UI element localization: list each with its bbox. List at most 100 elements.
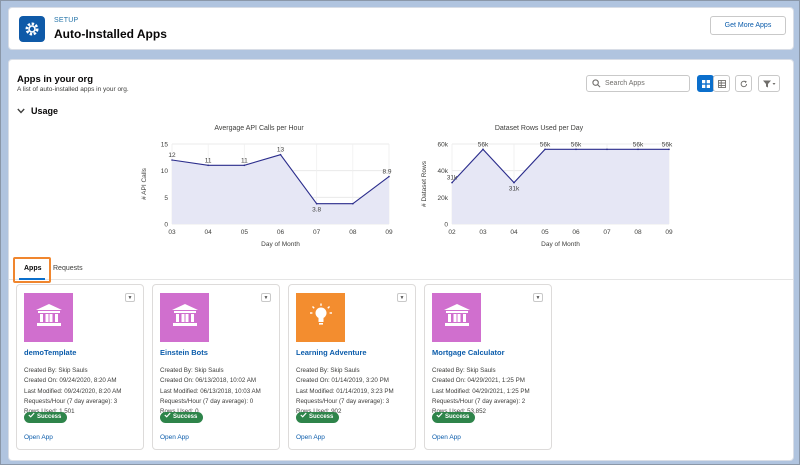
app-card: ▼ Learning Adventure Created By: Skip Saul…	[288, 284, 416, 450]
tile-view-button[interactable]	[697, 75, 714, 92]
app-created-by: Created By: Skip Sauls	[296, 367, 360, 374]
x-tick-label: 04	[205, 229, 213, 236]
app-card: ▼ Einstein Bots Created By: Skip Sauls Crea…	[152, 284, 280, 450]
chevron-down-icon: ▼	[263, 295, 269, 301]
status-text: Success	[309, 414, 334, 420]
app-created-on: Created On: 04/29/2021, 1:25 PM	[432, 377, 525, 385]
page-title: Auto-Installed Apps	[54, 27, 167, 41]
data-point	[544, 148, 546, 151]
data-label: 11	[241, 157, 248, 164]
data-point	[243, 164, 246, 167]
search-placeholder: Search Apps	[605, 80, 645, 87]
dataset-rows-chart: 020k40k60k31k56k31k56k 56k 56k 56k02 03 04 05 0…	[421, 141, 673, 248]
x-tick-label: 07	[603, 229, 611, 236]
card-menu-button[interactable]: ▼	[397, 293, 407, 302]
card-menu-button[interactable]: ▼	[125, 293, 135, 302]
filter-button[interactable]	[758, 75, 780, 92]
page-eyebrow: SETUP	[54, 17, 79, 24]
check-icon	[300, 412, 307, 423]
y-tick-label: 60k	[438, 142, 449, 149]
app-meta: Created By: Skip Sauls Created On: 04/29/…	[432, 366, 530, 417]
data-point	[352, 202, 354, 205]
apps-tab-highlight	[13, 257, 51, 283]
app-requests: Requests/Hour (7 day average): 2	[432, 397, 526, 405]
y-tick-label: 0	[444, 222, 448, 229]
app-created-by: Created By: Skip Sauls	[24, 367, 88, 374]
y-tick-label: 10	[161, 168, 169, 175]
app-card: ▼ Mortgage Calculator Created By: Skip Sau…	[424, 284, 552, 450]
data-label: 8.9	[382, 169, 391, 176]
status-text: Success	[37, 414, 62, 420]
search-input[interactable]: Search Apps	[586, 75, 690, 92]
app-name[interactable]: Mortgage Calculator	[432, 348, 505, 357]
chevron-down-icon: ▼	[127, 295, 133, 301]
usage-toggle[interactable]: Usage	[17, 106, 58, 116]
app-created-on: Created On: 06/13/2018, 10:02 AM	[160, 377, 256, 385]
series-area	[452, 149, 669, 224]
app-name[interactable]: demoTemplate	[24, 348, 76, 357]
tab-requests[interactable]: Requests	[53, 265, 83, 272]
data-point	[388, 175, 390, 178]
bank-icon	[35, 304, 62, 331]
search-icon	[592, 79, 601, 94]
y-axis-label: # API Calls	[141, 167, 148, 200]
chevron-down-icon: ▼	[399, 295, 405, 301]
app-tile[interactable]	[160, 293, 209, 342]
data-label: 31k	[509, 186, 520, 193]
refresh-button[interactable]	[735, 75, 752, 92]
app-meta: Created By: Skip Sauls Created On: 09/24/…	[24, 366, 121, 417]
data-point	[606, 148, 608, 151]
app-card: ▼ demoTemplate Created By: Skip Sauls Creat…	[16, 284, 144, 450]
data-point	[637, 148, 639, 151]
x-tick-label: 05	[241, 229, 249, 236]
page-header: SETUP Auto-Installed Apps Get More Apps	[8, 7, 794, 50]
card-menu-button[interactable]: ▼	[261, 293, 271, 302]
get-more-apps-button[interactable]: Get More Apps	[710, 16, 786, 35]
data-label: 13	[277, 147, 285, 154]
app-created-on: Created On: 01/14/2019, 3:20 PM	[296, 377, 389, 385]
filter-icon	[762, 75, 776, 93]
bank-icon	[171, 304, 198, 331]
app-name[interactable]: Learning Adventure	[296, 348, 367, 357]
data-label: 3.8	[312, 207, 321, 214]
open-app-link[interactable]: Open App	[160, 434, 189, 441]
app-tile[interactable]	[432, 293, 481, 342]
table-icon	[717, 75, 726, 93]
y-tick-label: 15	[161, 142, 169, 149]
app-tile[interactable]	[296, 293, 345, 342]
data-label: 12	[168, 152, 176, 159]
app-last-modified: Last Modified: 09/24/2020, 8:20 AM	[24, 387, 122, 395]
data-point	[575, 148, 577, 151]
app-name[interactable]: Einstein Bots	[160, 348, 208, 357]
y-axis-label: # Dataset Rows	[421, 160, 428, 207]
x-tick-label: 08	[349, 229, 357, 236]
open-app-link[interactable]: Open App	[24, 434, 53, 441]
data-point	[171, 159, 173, 161]
x-tick-label: 02	[448, 229, 456, 236]
data-point	[451, 181, 453, 184]
x-tick-label: 06	[572, 229, 580, 236]
x-tick-label: 04	[510, 229, 518, 236]
x-tick-label: 03	[479, 229, 487, 236]
chart-title-dataset-rows: Dataset Rows Used per Day	[494, 125, 584, 132]
status-text: Success	[445, 414, 470, 420]
app-tile[interactable]	[24, 293, 73, 342]
chart-title-api-calls: Avergage API Calls per Hour	[214, 125, 304, 132]
data-label: 31k	[447, 175, 458, 182]
usage-label: Usage	[31, 106, 59, 116]
card-menu-button[interactable]: ▼	[533, 293, 543, 302]
open-app-link[interactable]: Open App	[432, 434, 461, 441]
status-badge: Success	[296, 412, 340, 423]
app-requests: Requests/Hour (7 day average): 3	[24, 397, 118, 405]
data-point	[315, 202, 318, 205]
data-point	[513, 181, 515, 184]
x-tick-label: 09	[385, 229, 393, 236]
bank-icon	[443, 304, 470, 331]
table-view-button[interactable]	[713, 75, 730, 92]
check-icon	[28, 412, 35, 423]
x-tick-label: 07	[313, 229, 321, 236]
grid-icon	[701, 75, 710, 93]
section-subtitle: A list of auto-installed apps in your or…	[17, 86, 129, 93]
data-label: 56k	[478, 141, 489, 148]
open-app-link[interactable]: Open App	[296, 434, 325, 441]
